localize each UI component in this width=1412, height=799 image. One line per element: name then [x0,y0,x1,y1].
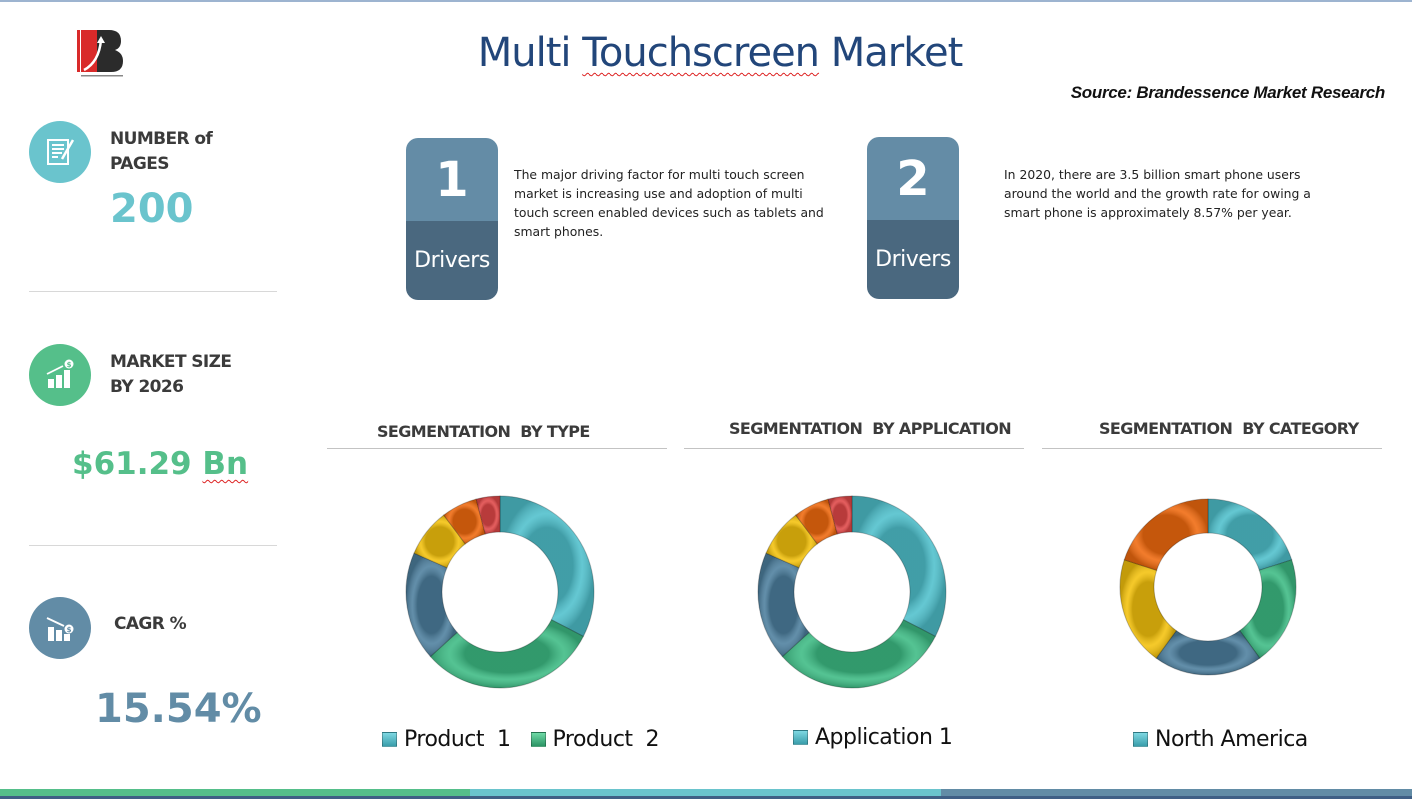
title-text: Market [819,30,964,76]
divider [684,448,1024,449]
stat-cagr-value: 15.54% [95,686,262,732]
driver-label: Drivers [406,221,498,300]
svg-text:$: $ [67,361,72,369]
decline-chart-dollar-icon: $ [46,617,74,641]
driver-card-2: 2 Drivers [867,137,959,299]
divider [29,291,277,292]
legend-type: Product 1 Product 2 [382,727,679,752]
legend-swatch-icon [530,732,546,747]
stat-pages-value: 200 [110,186,194,232]
footer-bar-steel [941,789,1412,796]
segmentation-type-title: SEGMENTATION BY TYPE [377,422,590,441]
stat-market-size-badge: $ [29,344,91,406]
legend-label: Product 1 [404,727,511,752]
legend-item: North America [1133,727,1308,752]
divider [327,448,667,449]
stat-label-line: MARKET SIZE [110,352,232,372]
stat-pages-badge [29,121,91,183]
growth-chart-dollar-icon: $ [46,359,74,388]
legend-swatch-icon [793,730,808,745]
stat-market-size-value: $61.29 Bn [72,446,248,482]
stat-pages-label: NUMBER of PAGES [110,127,213,177]
market-size-amount: $61.29 [72,446,203,482]
brand-essence-logo-icon [77,30,123,77]
footer-bar-teal [470,789,941,796]
divider [29,545,277,546]
segmentation-category-title: SEGMENTATION BY CATEGORY [1099,419,1359,438]
brand-logo [75,28,127,80]
stat-label-line: PAGES [110,154,169,174]
donut-chart-category [1119,498,1297,676]
document-edit-icon [47,139,75,165]
legend-swatch-icon [382,732,397,747]
driver-number: 1 [406,138,498,221]
market-size-unit: Bn [202,446,249,482]
stat-label-line: BY 2026 [110,377,184,397]
legend-item: Product 1 [382,727,511,752]
driver-description-2: In 2020, there are 3.5 billion smart pho… [1004,167,1311,220]
title-text: Touchscreen [582,30,820,76]
stat-label-line: NUMBER of [110,129,213,149]
divider [1042,448,1382,449]
stat-market-size-label: MARKET SIZE BY 2026 [110,350,232,400]
donut-slice-shading [852,496,946,637]
title-text: Multi [477,30,583,76]
driver-number: 2 [867,137,959,220]
legend-application: Application 1 [793,725,972,750]
legend-label: North America [1155,727,1308,752]
stat-cagr-label: CAGR % [114,612,187,637]
footer-bar-green [0,789,470,796]
stat-label-line: CAGR % [114,614,187,634]
driver-label: Drivers [867,220,959,299]
legend-swatch-icon [1133,732,1148,747]
legend-item: Product 2 [530,727,660,752]
driver-description-1: The major driving factor for multi touch… [514,167,824,239]
page-title: Multi Touchscreen Market [420,30,1020,76]
legend-item: Application 1 [793,725,953,750]
donut-chart-type [405,495,595,689]
legend-label: Product 2 [552,727,660,752]
legend-label: Application 1 [815,725,953,750]
donut-chart-application [757,495,947,689]
driver-card-1: 1 Drivers [406,138,498,300]
source-label: Source: Brandessence Market Research [1070,83,1386,102]
top-border [0,0,1412,2]
svg-text:$: $ [67,626,72,634]
donut-slice-shading [500,496,594,637]
stat-cagr-badge: $ [29,597,91,659]
segmentation-application-title: SEGMENTATION BY APPLICATION [729,419,1012,438]
footer-color-bar [0,789,1412,799]
legend-category: North America [1133,727,1328,752]
